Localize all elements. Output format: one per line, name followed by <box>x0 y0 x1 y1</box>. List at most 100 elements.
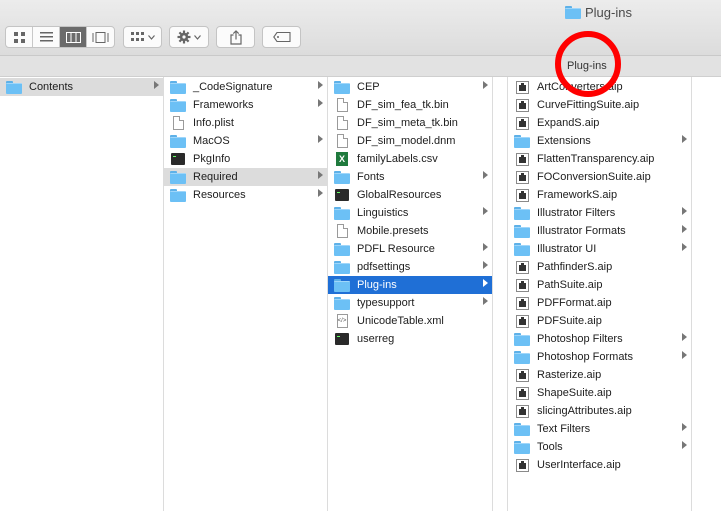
file-row[interactable]: PDFSuite.aip <box>508 312 691 330</box>
folder-row[interactable]: Tools <box>508 438 691 456</box>
executable-icon <box>335 189 349 201</box>
row-icon-wrapper <box>334 206 350 220</box>
row-icon-wrapper <box>170 134 186 148</box>
row-label: PkgInfo <box>193 153 231 165</box>
window-title: Plug-ins <box>565 4 632 20</box>
file-row[interactable]: PDFFormat.aip <box>508 294 691 312</box>
row-icon-wrapper <box>170 116 186 130</box>
row-label: Required <box>193 171 238 183</box>
column-browser: Contents _CodeSignature Frameworks Info.pl… <box>0 77 721 511</box>
row-label: DF_sim_meta_tk.bin <box>357 117 458 129</box>
folder-row[interactable]: Illustrator Filters <box>508 204 691 222</box>
folder-row[interactable]: Photoshop Filters <box>508 330 691 348</box>
folder-row[interactable]: Resources <box>164 186 327 204</box>
folder-row[interactable]: Plug-ins <box>328 276 492 294</box>
row-label: ArtConverters.aip <box>537 81 623 93</box>
row-label: Tools <box>537 441 563 453</box>
folder-row[interactable]: Frameworks <box>164 96 327 114</box>
folder-row[interactable]: MacOS <box>164 132 327 150</box>
folder-row[interactable]: _CodeSignature <box>164 78 327 96</box>
chevron-down-icon <box>194 34 201 40</box>
folder-row[interactable]: Illustrator Formats <box>508 222 691 240</box>
file-row[interactable]: PkgInfo <box>164 150 327 168</box>
folder-row[interactable]: Fonts <box>328 168 492 186</box>
row-label: Illustrator Filters <box>537 207 616 219</box>
path-bar-label: Plug-ins <box>567 60 607 72</box>
disclosure-chevron-icon <box>682 225 687 233</box>
file-row[interactable]: slicingAttributes.aip <box>508 402 691 420</box>
row-icon-wrapper <box>514 224 530 238</box>
folder-icon <box>514 423 530 436</box>
file-row[interactable]: GlobalResources <box>328 186 492 204</box>
row-label: UnicodeTable.xml <box>357 315 444 327</box>
row-icon-wrapper <box>514 134 530 148</box>
view-mode-segmented-control[interactable] <box>5 26 115 48</box>
row-icon-wrapper: </> <box>334 314 350 328</box>
folder-row[interactable]: Linguistics <box>328 204 492 222</box>
list-view-button[interactable] <box>33 27 60 47</box>
folder-row[interactable]: Photoshop Formats <box>508 348 691 366</box>
folder-row[interactable]: Required <box>164 168 327 186</box>
file-row[interactable]: XfamilyLabels.csv <box>328 150 492 168</box>
row-icon-wrapper <box>514 116 530 130</box>
row-icon-wrapper <box>334 242 350 256</box>
action-button[interactable] <box>169 26 209 48</box>
file-row[interactable]: ShapeSuite.aip <box>508 384 691 402</box>
plugin-icon <box>515 314 529 328</box>
row-icon-wrapper <box>514 314 530 328</box>
folder-row[interactable]: Illustrator UI <box>508 240 691 258</box>
folder-row[interactable]: Text Filters <box>508 420 691 438</box>
folder-row[interactable]: Contents <box>0 78 163 96</box>
plugin-icon <box>515 98 529 112</box>
row-label: Extensions <box>537 135 591 147</box>
gallery-view-button[interactable] <box>87 27 114 47</box>
row-icon-wrapper <box>514 440 530 454</box>
file-row[interactable]: DF_sim_meta_tk.bin <box>328 114 492 132</box>
row-label: Frameworks <box>193 99 254 111</box>
disclosure-chevron-icon <box>318 99 323 107</box>
tags-button[interactable] <box>262 26 301 48</box>
file-row[interactable]: </> UnicodeTable.xml <box>328 312 492 330</box>
column-view-button[interactable] <box>60 27 87 47</box>
gear-icon <box>177 30 191 44</box>
file-row[interactable]: Rasterize.aip <box>508 366 691 384</box>
row-icon-wrapper <box>514 98 530 112</box>
file-row[interactable]: DF_sim_fea_tk.bin <box>328 96 492 114</box>
row-label: _CodeSignature <box>193 81 273 93</box>
file-row[interactable]: FlattenTransparency.aip <box>508 150 691 168</box>
row-label: typesupport <box>357 297 415 309</box>
row-icon-wrapper <box>514 242 530 256</box>
column-2: _CodeSignature Frameworks Info.plist MacOS P… <box>164 77 328 511</box>
arrange-button[interactable] <box>123 26 162 48</box>
row-icon-wrapper <box>514 458 530 472</box>
file-row[interactable]: Info.plist <box>164 114 327 132</box>
file-row[interactable]: ExpandS.aip <box>508 114 691 132</box>
icon-view-button[interactable] <box>6 27 33 47</box>
folder-row[interactable]: PDFL Resource <box>328 240 492 258</box>
folder-row[interactable]: pdfsettings <box>328 258 492 276</box>
row-icon-wrapper <box>334 278 350 292</box>
file-row[interactable]: UserInterface.aip <box>508 456 691 474</box>
disclosure-chevron-icon <box>682 441 687 449</box>
file-row[interactable]: Mobile.presets <box>328 222 492 240</box>
file-row[interactable]: FOConversionSuite.aip <box>508 168 691 186</box>
row-icon-wrapper <box>170 170 186 184</box>
share-button[interactable] <box>216 26 255 48</box>
folder-row[interactable]: Extensions <box>508 132 691 150</box>
row-icon-wrapper <box>170 152 186 166</box>
file-row[interactable]: DF_sim_model.dnm <box>328 132 492 150</box>
row-label: PathfinderS.aip <box>537 261 613 273</box>
file-row[interactable]: userreg <box>328 330 492 348</box>
file-row[interactable]: CurveFittingSuite.aip <box>508 96 691 114</box>
document-icon <box>336 224 348 238</box>
plugin-icon <box>515 404 529 418</box>
file-row[interactable]: FrameworkS.aip <box>508 186 691 204</box>
file-row[interactable]: PathfinderS.aip <box>508 258 691 276</box>
file-row[interactable]: ArtConverters.aip <box>508 78 691 96</box>
disclosure-chevron-icon <box>682 333 687 341</box>
column-3: CEP DF_sim_fea_tk.bin DF_sim_meta_tk.bin DF… <box>328 77 493 511</box>
document-icon <box>172 116 184 130</box>
file-row[interactable]: PathSuite.aip <box>508 276 691 294</box>
folder-row[interactable]: typesupport <box>328 294 492 312</box>
folder-row[interactable]: CEP <box>328 78 492 96</box>
